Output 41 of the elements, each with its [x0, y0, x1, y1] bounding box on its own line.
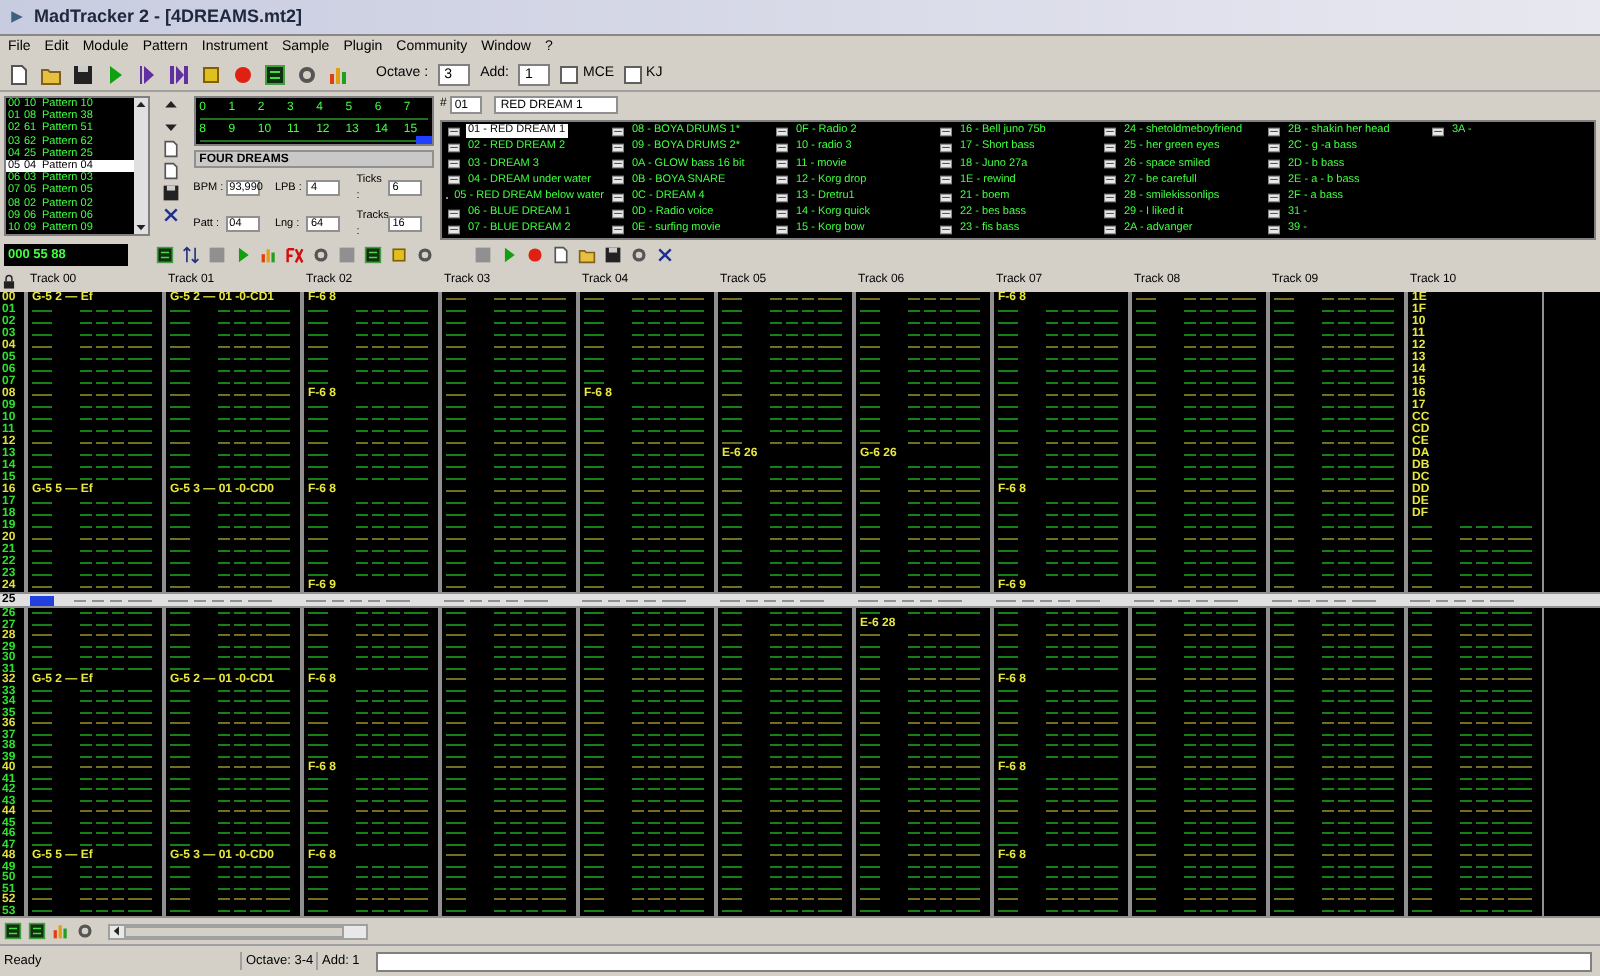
lock-icon[interactable] [0, 273, 18, 289]
edit-cursor [30, 595, 54, 605]
stop-icon[interactable] [200, 64, 222, 86]
settings-icon[interactable] [312, 246, 330, 264]
settings-icon[interactable] [296, 64, 318, 86]
app-icon[interactable] [8, 8, 26, 26]
bar-chart-icon[interactable] [52, 922, 70, 940]
checkbox[interactable] [560, 66, 579, 84]
settings-icon[interactable] [630, 246, 648, 264]
save-icon[interactable] [72, 64, 94, 86]
pattern-icon[interactable] [264, 64, 286, 86]
scroll-thumb[interactable] [124, 925, 344, 937]
folder-icon[interactable] [40, 64, 62, 86]
window-title: MadTracker 2 - [4DREAMS.mt2] [34, 3, 303, 30]
checkbox[interactable] [624, 66, 643, 84]
new-file-icon[interactable] [8, 64, 30, 86]
left-arrow-icon[interactable] [110, 924, 124, 938]
down-arrow-icon[interactable] [134, 220, 149, 234]
bar-chart-icon[interactable] [328, 64, 350, 86]
position-marker [416, 136, 432, 144]
close-icon[interactable] [162, 206, 181, 224]
pattern-icon[interactable] [156, 246, 174, 264]
horizontal-scrollbar[interactable] [108, 923, 368, 939]
settings-icon[interactable] [76, 922, 94, 940]
close-icon[interactable] [656, 246, 674, 264]
pattern-icon[interactable] [4, 922, 22, 940]
save-icon[interactable] [604, 246, 622, 264]
record-icon[interactable] [526, 246, 544, 264]
swap-arrows-icon[interactable] [182, 246, 200, 264]
record-icon[interactable] [232, 64, 254, 86]
settings-icon[interactable] [416, 246, 434, 264]
fx-icon[interactable] [286, 246, 304, 264]
new-file-icon[interactable] [552, 246, 570, 264]
stop-icon[interactable] [390, 246, 408, 264]
bar-chart-icon[interactable] [260, 246, 278, 264]
play-row-icon[interactable] [168, 64, 190, 86]
pattern-icon[interactable] [364, 246, 382, 264]
folder-icon[interactable] [578, 246, 596, 264]
pattern-icon[interactable] [28, 922, 46, 940]
save-icon[interactable] [162, 184, 181, 202]
play-pattern-icon[interactable] [136, 64, 158, 86]
